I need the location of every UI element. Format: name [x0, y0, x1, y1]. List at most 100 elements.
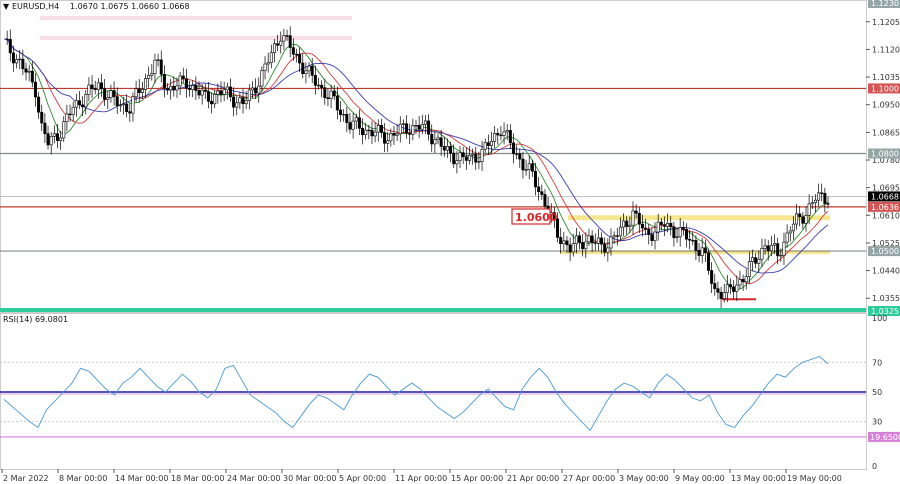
candle-body [162, 73, 166, 89]
price-tag-text: 1.0668 [871, 192, 899, 201]
time-axis-label: 21 Apr 00:00 [507, 474, 559, 483]
candle-body [383, 132, 387, 144]
support-zone-1-0600 [568, 215, 830, 221]
candle-body [445, 146, 449, 151]
price-axis-label: 1.1120 [872, 45, 900, 54]
candle-body [222, 89, 226, 95]
candle-body [810, 202, 814, 205]
time-axis-label: 24 Mar 00:00 [227, 474, 280, 483]
candle-body [593, 242, 597, 244]
candle-body [534, 170, 538, 188]
rsi-axis: 100 70 50 30 0 19.6500 [868, 314, 900, 471]
candle-body [169, 85, 173, 91]
candle-body [640, 223, 644, 229]
candle-body [427, 120, 431, 135]
candle-body [656, 221, 660, 233]
price-axis: 1.12051.11201.10351.09501.08651.07801.06… [866, 18, 900, 303]
time-axis-label: 18 Mar 00:00 [171, 474, 224, 483]
time-axis-label: 13 May 00:00 [731, 474, 786, 483]
trading-chart-window: ▼ EURUSD,H4 1.0670 1.0675 1.0660 1.0668 … [0, 0, 900, 483]
candle-body [738, 279, 742, 286]
price-axis-label: 1.1035 [872, 73, 900, 82]
candle-body [219, 90, 223, 95]
candle-body [52, 133, 56, 137]
candle-body [449, 146, 453, 154]
candle-body [684, 229, 688, 240]
chart-symbol-title: EURUSD,H4 [12, 2, 59, 11]
candle-body [779, 254, 783, 257]
candle-body [653, 231, 657, 241]
candle-body [282, 35, 286, 42]
candle-body [389, 133, 393, 142]
candle-body [489, 141, 493, 146]
candle-body [364, 129, 368, 136]
candle-body [203, 89, 207, 92]
candle-body [414, 125, 418, 127]
time-axis-label: 11 Apr 00:00 [395, 474, 447, 483]
candle-body [263, 63, 267, 72]
candle-body [795, 213, 799, 225]
candle-body [706, 252, 710, 271]
candle-body [294, 53, 298, 56]
candle-body [81, 104, 85, 108]
price-axis-label: 1.0865 [872, 128, 900, 137]
chart-symbol-arrow[interactable]: ▼ [3, 2, 10, 11]
candle-body [354, 117, 358, 122]
candle-body [486, 142, 490, 146]
candle-body [700, 247, 704, 256]
candle-body [681, 227, 685, 230]
time-axis: 2 Mar 2022 8 Mar 00:00 14 Mar 00:00 18 Mar … [1, 469, 842, 483]
candle-body [260, 70, 264, 87]
candle-body [776, 243, 780, 257]
candle-body [5, 38, 9, 41]
candle-body [729, 284, 733, 288]
candle-body [118, 104, 122, 107]
candle-body [235, 102, 239, 108]
candle-body [206, 91, 210, 102]
candle-body [200, 89, 204, 96]
candle-body [530, 163, 534, 172]
candle-body [153, 59, 157, 74]
candle-body [21, 58, 25, 70]
candle-body [345, 113, 349, 123]
candle-body [631, 210, 635, 226]
candle-body [191, 85, 195, 90]
candle-body [159, 59, 163, 75]
candle-body [678, 227, 682, 238]
candle-body [332, 90, 336, 97]
candle-body [430, 133, 434, 145]
candle-body [634, 210, 638, 214]
candle-body [722, 292, 726, 299]
candle-body [213, 94, 217, 105]
candle-body [622, 220, 626, 228]
candle-body [688, 238, 692, 241]
candle-body [540, 191, 544, 195]
candle-body [401, 123, 405, 125]
candle-body [43, 122, 47, 134]
candle-body [710, 270, 714, 284]
candle-body [194, 85, 198, 91]
candle-body [8, 38, 12, 54]
time-axis-label: 2 Mar 2022 [3, 474, 49, 483]
candle-body [515, 153, 519, 155]
candle-body [458, 152, 462, 162]
candle-body [628, 224, 632, 227]
candle-body [172, 85, 176, 91]
candle-body [433, 139, 437, 145]
candle-body [326, 97, 330, 99]
candle-body [140, 89, 144, 93]
candle-body [310, 65, 314, 76]
rsi-axis-label: 50 [872, 388, 882, 397]
candle-body [464, 156, 468, 161]
candle-body [40, 111, 44, 124]
candle-body [339, 109, 343, 115]
candle-body [96, 82, 100, 90]
candle-body [228, 86, 232, 98]
candle-body [357, 117, 361, 129]
candle-body [769, 244, 773, 252]
candle-body [474, 153, 478, 163]
candle-body [87, 84, 91, 95]
candle-body [735, 284, 739, 292]
candle-body [647, 228, 651, 235]
candle-body [697, 250, 701, 256]
